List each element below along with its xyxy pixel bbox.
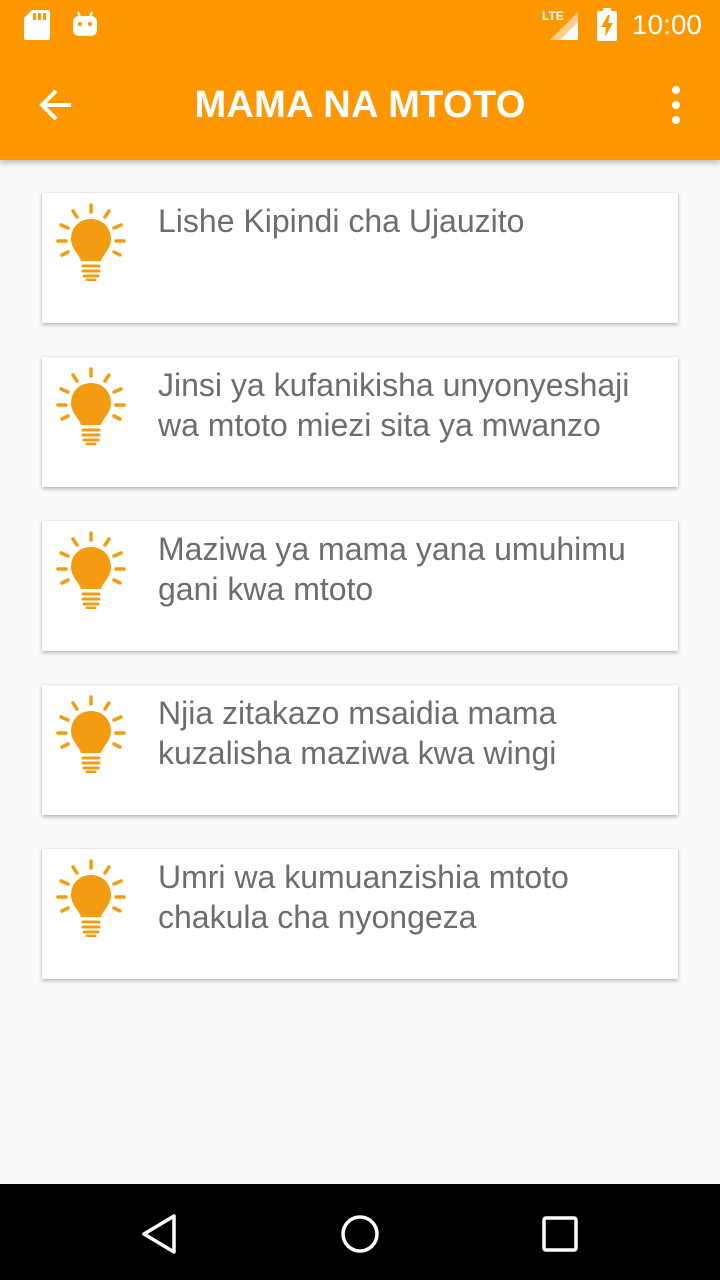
overflow-menu-button[interactable] [660, 82, 692, 128]
status-bar: LTE 10:00 [0, 0, 720, 50]
toolbar: MAMA NA MTOTO [0, 50, 720, 160]
nav-recents-button[interactable] [538, 1212, 582, 1256]
lightbulb-icon [56, 203, 126, 281]
topic-card[interactable]: Njia zitakazo msaidia mama kuzalisha maz… [42, 685, 678, 815]
lightbulb-icon [56, 695, 126, 773]
back-triangle-icon [142, 1214, 176, 1254]
lightbulb-icon [56, 367, 126, 445]
topic-title: Njia zitakazo msaidia mama kuzalisha maz… [158, 695, 557, 771]
topic-title: Jinsi ya kufanikisha unyonyeshaji wa mto… [158, 367, 630, 443]
topic-title: Lishe Kipindi cha Ujauzito [158, 203, 525, 239]
topic-card[interactable]: Umri wa kumuanzishia mtoto chakula cha n… [42, 849, 678, 979]
lightbulb-icon [56, 531, 126, 609]
nav-home-button[interactable] [338, 1212, 382, 1256]
topic-card[interactable]: Lishe Kipindi cha Ujauzito [42, 193, 678, 323]
signal-icon: LTE [542, 9, 578, 40]
topic-title: Umri wa kumuanzishia mtoto chakula cha n… [158, 859, 569, 935]
topic-card[interactable]: Maziwa ya mama yana umuhimu gani kwa mto… [42, 521, 678, 651]
topic-card[interactable]: Jinsi ya kufanikisha unyonyeshaji wa mto… [42, 357, 678, 487]
battery-charging-icon [596, 8, 617, 41]
more-vert-icon [672, 86, 680, 124]
status-time: 10:00 [631, 9, 702, 40]
nav-back-button[interactable] [138, 1212, 182, 1256]
app-bar: LTE 10:00 MAMA NA MTOTO [0, 0, 720, 160]
topic-title: Maziwa ya mama yana umuhimu gani kwa mto… [158, 531, 626, 607]
lightbulb-icon [56, 859, 126, 937]
page-title: MAMA NA MTOTO [194, 84, 526, 126]
system-nav-bar [0, 1184, 720, 1280]
network-type-label: LTE [542, 9, 564, 23]
sd-card-icon [24, 10, 50, 40]
android-icon [73, 11, 97, 36]
recents-square-icon [542, 1216, 578, 1252]
home-circle-icon [341, 1215, 379, 1253]
